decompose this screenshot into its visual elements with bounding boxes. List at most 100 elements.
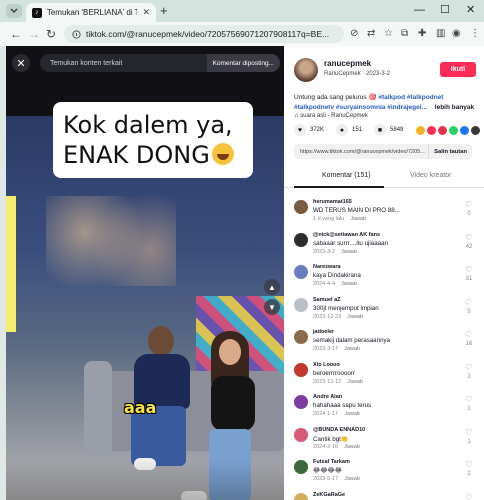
commenter-avatar[interactable] (294, 297, 308, 312)
comment-date: 2023-5-17 (313, 476, 339, 482)
embed-share-icon[interactable] (416, 125, 425, 135)
reply-button[interactable]: Jawab (347, 379, 363, 385)
commenter-avatar[interactable] (294, 200, 308, 214)
see-more-link[interactable]: lebih banyak (435, 104, 474, 111)
comment-like-icon[interactable]: ♡ (465, 493, 472, 500)
comment-list[interactable]: herumamat165 WD TERUS MAIN DI PRO 88... 1 … (284, 188, 484, 500)
extensions-puzzle-icon[interactable]: ✚ (418, 27, 426, 41)
tab-comments[interactable]: Komentar (151) (322, 172, 371, 179)
translate-icon[interactable]: ⇄ (367, 27, 375, 41)
sidebar-icon[interactable]: ▥ (436, 27, 445, 41)
close-window-button[interactable]: ✕ (466, 3, 475, 17)
sound-link[interactable]: ♫ suara asli - RanuCepmek (294, 113, 368, 119)
commenter-avatar[interactable] (294, 265, 308, 279)
video-player[interactable]: ✕ Temukan konten terkait Komentar dipost… (6, 46, 284, 500)
close-video-button[interactable]: ✕ (12, 54, 30, 72)
hashtag[interactable]: #talkpod (378, 94, 405, 101)
tiktok-favicon-icon: ♪ (32, 7, 42, 18)
whatsapp-icon[interactable] (449, 125, 458, 135)
comment-like-icon[interactable]: ♡ (465, 330, 472, 339)
comment-item: Andre Alan hahahaaa sapu terus 2024-1-17 Ja… (294, 393, 480, 427)
reply-button[interactable]: Jawab (350, 216, 366, 222)
next-video-button[interactable]: ▼ (264, 299, 280, 315)
comment-text: kaya Dindakirana (313, 272, 361, 279)
related-comments-button[interactable]: Komentar diposting... (206, 54, 280, 72)
previous-video-button[interactable]: ▲ (264, 279, 280, 295)
commenter-username[interactable]: Xio Loooo (313, 362, 340, 368)
hashtag[interactable]: #indrajegel... (387, 104, 427, 111)
commenter-avatar[interactable] (294, 330, 308, 344)
extension-icon[interactable]: ⧉ (401, 27, 408, 41)
hashtag[interactable]: #suryainsomnia (336, 104, 386, 111)
reply-button[interactable]: Jawab (344, 411, 360, 417)
comment-text: WD TERUS MAIN DI PRO 88... (313, 207, 400, 214)
bookmark-star-icon[interactable]: ☆ (384, 27, 393, 41)
comment-item: Xio Loooo beroerrrroooorr 2023-12-12 Jawab ♡… (294, 361, 480, 395)
reply-button[interactable]: Jawab (341, 281, 357, 287)
related-search-input[interactable]: Temukan konten terkait Komentar dipostin… (40, 54, 280, 72)
commenter-username[interactable]: herumamat165 (313, 199, 352, 205)
profile-avatar-icon[interactable]: ◉ (452, 27, 461, 41)
reply-button[interactable]: Jawab (344, 476, 360, 482)
maximize-button[interactable]: ☐ (440, 3, 450, 17)
back-icon[interactable]: ← (10, 27, 22, 41)
browser-tab-strip: ♪ Temukan 'BERLIANA' di Tik... ✕ + — ☐ ✕ (0, 0, 484, 22)
minimize-button[interactable]: — (414, 3, 425, 17)
browser-toolbar: ← → ↻ tiktok.com/@ranucepmek/video/72057… (0, 22, 484, 46)
comment-like-icon[interactable]: ♡ (465, 363, 472, 372)
commenter-username[interactable]: jadoeler (313, 329, 334, 335)
commenter-avatar[interactable] (294, 427, 308, 442)
comment-item: herumamat165 WD TERUS MAIN DI PRO 88... 1 … (294, 198, 480, 232)
commenter-username[interactable]: @BUNDA ENNAD10 (313, 427, 365, 433)
new-tab-button[interactable]: + (160, 4, 168, 18)
commenter-username[interactable]: Samuel aZ (313, 297, 341, 303)
comment-like-icon[interactable]: ♡ (465, 428, 472, 437)
send-friends-icon[interactable] (427, 125, 436, 135)
comment-like-icon[interactable]: ♡ (465, 460, 472, 469)
address-bar[interactable]: tiktok.com/@ranucepmek/video/72057569071… (64, 25, 344, 43)
comment-like-icon[interactable]: ♡ (465, 395, 472, 404)
commenter-avatar[interactable] (294, 492, 308, 500)
copy-link-button[interactable]: Salin tautan (428, 144, 472, 159)
commenter-username[interactable]: ZeKGaRaGe (313, 492, 345, 498)
site-info-icon[interactable] (72, 29, 81, 39)
comment-item: Futsal Tarkam 😂😂😂😂 2023-5-17 Jawab ♡ 2 (294, 458, 480, 492)
commenter-username[interactable]: @nick@setiawan AK fans (313, 232, 380, 238)
commenter-username[interactable]: Andre Alan (313, 394, 342, 400)
comment-like-icon[interactable]: ♡ (465, 233, 472, 242)
like-heart-icon[interactable]: ♥ (294, 124, 306, 136)
hashtag[interactable]: #talkpodnetv (294, 104, 334, 111)
commenter-avatar[interactable] (294, 362, 308, 377)
reload-icon[interactable]: ↻ (46, 27, 56, 41)
menu-kebab-icon[interactable]: ⋮ (470, 27, 480, 41)
comment-icon[interactable]: ● (336, 124, 349, 136)
author-avatar[interactable] (294, 58, 318, 82)
tab-creator-videos[interactable]: Video kreator (410, 172, 452, 179)
comment-like-icon[interactable]: ♡ (465, 298, 472, 307)
commenter-username[interactable]: Narezwara (313, 264, 341, 270)
hashtag[interactable]: #talkpodnet (407, 94, 443, 101)
commenter-avatar[interactable] (294, 395, 308, 409)
commenter-avatar[interactable] (294, 232, 308, 247)
tab-search-button[interactable] (6, 4, 22, 18)
facebook-icon[interactable] (460, 125, 469, 135)
bookmark-icon[interactable]: ■ (374, 124, 387, 136)
browser-tab-active[interactable]: ♪ Temukan 'BERLIANA' di Tik... ✕ (26, 3, 156, 22)
comment-like-icon[interactable]: ♡ (465, 265, 472, 274)
author-username[interactable]: ranucepmek (324, 59, 371, 68)
reply-button[interactable]: Jawab (347, 314, 363, 320)
commenter-username[interactable]: Futsal Tarkam (313, 459, 350, 465)
reply-button[interactable]: Jawab (344, 444, 360, 450)
comment-item: Narezwara kaya Dindakirana 2024-4-4 Jawab ♡ 3… (294, 263, 480, 297)
follow-button[interactable]: Ikuti (440, 62, 476, 77)
share-more-icon[interactable] (471, 125, 480, 135)
tab-close-icon[interactable]: ✕ (142, 7, 150, 18)
reply-button[interactable]: Jawab (341, 249, 357, 255)
commenter-avatar[interactable] (294, 460, 308, 474)
caption-line1: Kok dalem ya, (63, 111, 233, 139)
repost-icon[interactable] (438, 125, 447, 135)
eye-off-icon[interactable]: ⊘ (350, 27, 358, 41)
reply-button[interactable]: Jawab (344, 346, 360, 352)
forward-icon[interactable]: → (28, 27, 40, 41)
comment-like-icon[interactable]: ♡ (465, 200, 472, 209)
